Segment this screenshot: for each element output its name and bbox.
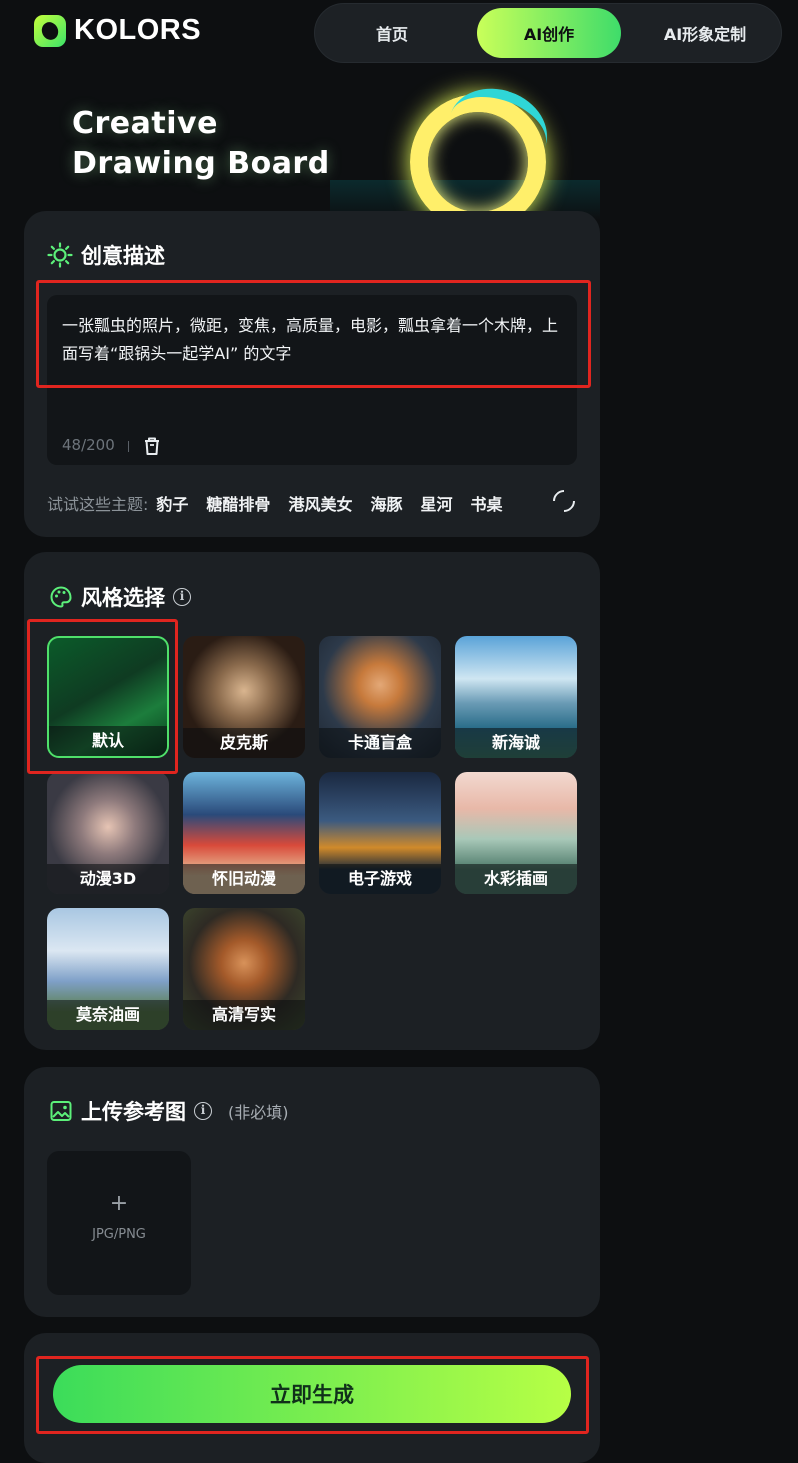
style-card-title-text: 风格选择 xyxy=(81,586,165,610)
optional-hint: (非必填) xyxy=(228,1103,289,1122)
topic-chip[interactable]: 海豚 xyxy=(370,491,402,515)
upload-formats: JPG/PNG xyxy=(92,1227,146,1242)
hero-title-line2: Drawing Board xyxy=(72,146,330,181)
topic-chip[interactable]: 糖醋排骨 xyxy=(206,491,270,515)
highlight-box-generate xyxy=(36,1356,589,1434)
plus-icon: + xyxy=(109,1191,129,1216)
style-tile-pixar[interactable]: 皮克斯 xyxy=(183,636,305,758)
nav-tab-ai-avatar[interactable]: AI形象定制 xyxy=(649,8,761,58)
highlight-box-default-style xyxy=(27,619,178,774)
style-label: 怀旧动漫 xyxy=(183,864,305,894)
style-tile-cartoon-blindbox[interactable]: 卡通盲盒 xyxy=(319,636,441,758)
topic-chip[interactable]: 豹子 xyxy=(156,491,188,515)
kolors-logo-icon xyxy=(34,14,66,47)
style-label: 水彩插画 xyxy=(455,864,577,894)
style-label: 莫奈油画 xyxy=(47,1000,169,1030)
style-label: 动漫3D xyxy=(47,864,169,894)
top-nav: 首页 AI创作 AI形象定制 xyxy=(314,3,782,63)
style-label: 新海诚 xyxy=(455,728,577,758)
hero-title: Creative Drawing Board xyxy=(72,104,330,184)
style-label: 皮克斯 xyxy=(183,728,305,758)
topic-chip[interactable]: 港风美女 xyxy=(288,491,352,515)
style-label: 卡通盲盒 xyxy=(319,728,441,758)
nav-tab-home[interactable]: 首页 xyxy=(347,8,437,58)
topic-chip[interactable]: 书桌 xyxy=(470,491,502,515)
info-icon[interactable]: i xyxy=(194,1102,212,1120)
upload-dropzone[interactable]: + JPG/PNG xyxy=(47,1151,191,1295)
nav-tab-ai-create[interactable]: AI创作 xyxy=(477,8,621,58)
hero-ring-illustration xyxy=(330,70,600,220)
topic-suggestions: 试试这些主题: 豹子 糖醋排骨 港风美女 海豚 星河 书桌 xyxy=(47,491,521,515)
style-label: 高清写实 xyxy=(183,1000,305,1030)
upload-card-title-text: 上传参考图 xyxy=(81,1100,186,1124)
trash-icon[interactable] xyxy=(143,436,161,456)
counter-divider xyxy=(128,441,129,452)
topics-label: 试试这些主题: xyxy=(47,495,149,514)
highlight-box-prompt xyxy=(36,280,591,388)
prompt-card-title: 创意描述 xyxy=(47,240,165,270)
upload-card-title: 上传参考图 i (非必填) xyxy=(49,1096,289,1126)
kolors-logo[interactable]: KOLORS xyxy=(34,14,201,47)
style-tile-monet[interactable]: 莫奈油画 xyxy=(47,908,169,1030)
style-label: 电子游戏 xyxy=(319,864,441,894)
info-icon[interactable]: i xyxy=(173,588,191,606)
style-tile-watercolor[interactable]: 水彩插画 xyxy=(455,772,577,894)
style-tile-hd-realistic[interactable]: 高清写实 xyxy=(183,908,305,1030)
palette-icon xyxy=(50,586,72,608)
topic-chip[interactable]: 星河 xyxy=(420,491,452,515)
hero-title-line1: Creative xyxy=(72,106,218,141)
sun-icon xyxy=(47,242,73,268)
logo-text: KOLORS xyxy=(74,14,202,46)
char-counter: 48/200 xyxy=(62,436,115,454)
style-card-title: 风格选择 i xyxy=(49,582,191,612)
style-tile-shinkai[interactable]: 新海诚 xyxy=(455,636,577,758)
image-icon xyxy=(50,1101,72,1121)
prompt-card-title-text: 创意描述 xyxy=(81,244,165,268)
style-tile-retro-anime[interactable]: 怀旧动漫 xyxy=(183,772,305,894)
style-tile-video-game[interactable]: 电子游戏 xyxy=(319,772,441,894)
style-tile-anime-3d[interactable]: 动漫3D xyxy=(47,772,169,894)
